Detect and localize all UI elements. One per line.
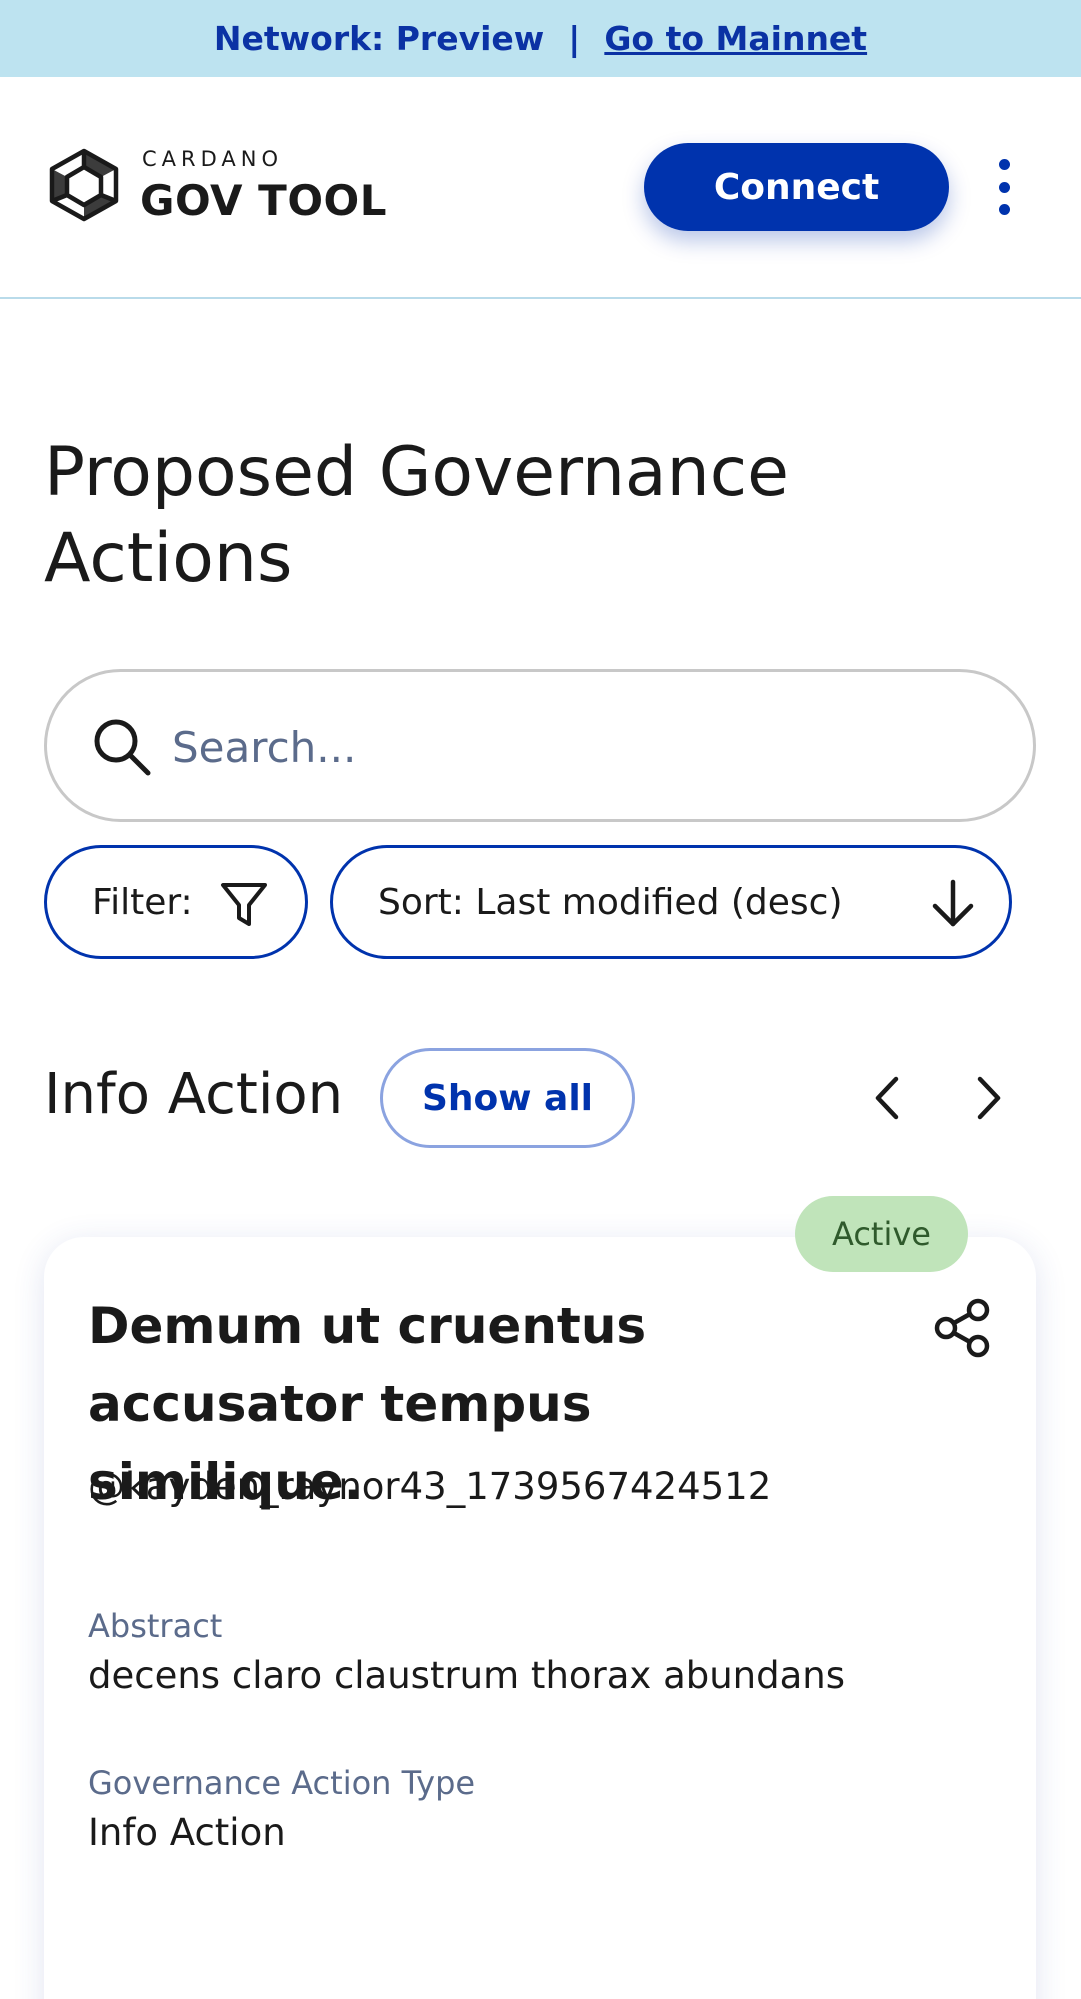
arrow-down-icon [932, 879, 974, 927]
logo[interactable]: CARDANO GOV TOOL [44, 143, 404, 233]
action-type-label: Governance Action Type [88, 1764, 476, 1802]
menu-button[interactable] [990, 159, 1018, 215]
menu-dot [998, 159, 1010, 170]
logo-name: GOV TOOL [140, 176, 387, 225]
page-title: Proposed Governance Actions [44, 433, 789, 598]
header: CARDANO GOV TOOL Connect [0, 77, 1081, 299]
status-badge: Active [795, 1196, 968, 1272]
connect-button[interactable]: Connect [644, 143, 949, 231]
chevron-left-icon[interactable] [864, 1073, 912, 1123]
network-banner: Network: Preview | Go to Mainnet [0, 0, 1081, 77]
show-all-button[interactable]: Show all [380, 1048, 635, 1148]
governance-action-card: Demum ut cruentus accusator tempus simil… [44, 1237, 1036, 1999]
abstract-value: decens claro claustrum thorax abundans [88, 1654, 846, 1697]
card-author: @kayden_raynor43_1739567424512 [88, 1465, 772, 1508]
chevron-right-icon[interactable] [964, 1073, 1012, 1123]
search-icon [94, 719, 151, 776]
menu-dot [998, 181, 1010, 193]
section-title: Info Action [44, 1062, 344, 1127]
logo-brand: CARDANO [142, 147, 284, 171]
filter-button[interactable]: Filter: [44, 845, 308, 959]
abstract-label: Abstract [88, 1607, 223, 1645]
sort-label: Sort: Last modified (desc) [378, 881, 843, 923]
cardano-logo-icon [49, 148, 119, 222]
search-input[interactable] [172, 702, 992, 792]
action-type-value: Info Action [88, 1811, 286, 1854]
network-label: Network: Preview [213, 19, 545, 58]
menu-dot [998, 204, 1010, 215]
share-icon[interactable] [932, 1297, 994, 1359]
page: Network: Preview | Go to Mainnet CARDANO… [0, 0, 1081, 1999]
banner-separator: | [568, 19, 581, 58]
sort-button[interactable]: Sort: Last modified (desc) [330, 845, 1012, 959]
filter-label: Filter: [92, 881, 193, 923]
search-box[interactable] [44, 669, 1036, 822]
filter-icon [221, 883, 267, 926]
go-to-mainnet-link[interactable]: Go to Mainnet [604, 19, 867, 58]
